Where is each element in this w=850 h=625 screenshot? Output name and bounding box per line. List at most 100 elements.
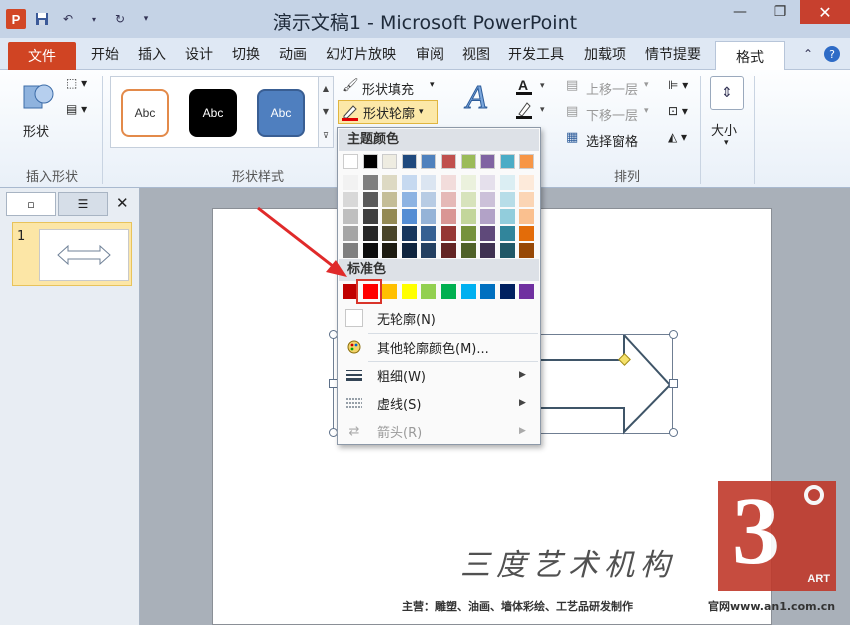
tab-format[interactable]: 格式 bbox=[715, 41, 785, 71]
theme-color-swatch[interactable] bbox=[460, 154, 476, 169]
tab-storyboard[interactable]: 情节提要 bbox=[645, 44, 701, 64]
minimize-ribbon-icon[interactable]: ⌃ bbox=[800, 46, 816, 62]
standard-color-swatch[interactable] bbox=[519, 284, 535, 299]
theme-shade-swatch[interactable] bbox=[519, 243, 535, 258]
theme-shade-swatch[interactable] bbox=[362, 192, 378, 207]
outline-tab-icon[interactable]: ☰ bbox=[58, 192, 108, 216]
theme-shade-swatch[interactable] bbox=[382, 175, 398, 190]
tab-home[interactable]: 开始 bbox=[91, 44, 119, 64]
theme-shade-swatch[interactable] bbox=[499, 209, 515, 224]
tab-addins[interactable]: 加载项 bbox=[584, 44, 626, 64]
theme-shade-swatch[interactable] bbox=[519, 209, 535, 224]
standard-color-swatch[interactable] bbox=[401, 284, 417, 299]
theme-shade-swatch[interactable] bbox=[362, 226, 378, 241]
standard-color-swatch[interactable] bbox=[499, 284, 515, 299]
resize-handle[interactable] bbox=[669, 379, 678, 388]
close-pane-icon[interactable]: ✕ bbox=[116, 194, 129, 212]
style-sample-2[interactable]: Abc bbox=[189, 89, 237, 137]
text-fill-button[interactable]: A ▾ bbox=[516, 76, 550, 96]
theme-shade-swatch[interactable] bbox=[519, 175, 535, 190]
theme-color-swatch[interactable] bbox=[421, 154, 437, 169]
standard-color-swatch[interactable] bbox=[480, 284, 496, 299]
dashes-item[interactable]: 虚线(S) ▶ bbox=[339, 389, 539, 417]
size-button[interactable]: ⇕ 大小 ▾ bbox=[708, 76, 748, 156]
theme-shade-swatch[interactable] bbox=[441, 192, 456, 207]
standard-color-swatch[interactable] bbox=[382, 284, 398, 299]
theme-shade-swatch[interactable] bbox=[382, 209, 398, 224]
theme-shade-swatch[interactable] bbox=[421, 243, 437, 258]
theme-shade-swatch[interactable] bbox=[382, 243, 398, 258]
tab-developer[interactable]: 开发工具 bbox=[508, 44, 564, 64]
theme-shade-swatch[interactable] bbox=[343, 175, 358, 190]
theme-shade-swatch[interactable] bbox=[460, 209, 476, 224]
theme-shade-swatch[interactable] bbox=[421, 209, 437, 224]
align-icon[interactable]: ⊫ ▾ bbox=[668, 78, 688, 92]
theme-shade-swatch[interactable] bbox=[421, 226, 437, 241]
theme-shade-swatch[interactable] bbox=[401, 243, 417, 258]
standard-color-swatch[interactable] bbox=[460, 284, 476, 299]
theme-shade-swatch[interactable] bbox=[421, 175, 437, 190]
close-button[interactable]: ✕ bbox=[800, 0, 850, 24]
tab-review[interactable]: 审阅 bbox=[416, 44, 444, 64]
style-sample-1[interactable]: Abc bbox=[121, 89, 169, 137]
help-icon[interactable]: ? bbox=[824, 46, 840, 62]
wordart-quick-styles-button[interactable]: A bbox=[462, 76, 498, 117]
tab-file[interactable]: 文件 bbox=[8, 42, 76, 70]
theme-color-swatch[interactable] bbox=[441, 154, 456, 169]
theme-shade-swatch[interactable] bbox=[421, 192, 437, 207]
tab-design[interactable]: 设计 bbox=[185, 44, 213, 64]
theme-color-swatch[interactable] bbox=[362, 154, 378, 169]
theme-shade-swatch[interactable] bbox=[441, 243, 456, 258]
shapes-gallery-button[interactable]: 形状 bbox=[18, 78, 58, 148]
theme-shade-swatch[interactable] bbox=[480, 175, 496, 190]
theme-shade-swatch[interactable] bbox=[401, 175, 417, 190]
standard-color-swatch[interactable] bbox=[421, 284, 437, 299]
text-outline-button[interactable]: ▾ bbox=[516, 100, 550, 120]
tab-transitions[interactable]: 切换 bbox=[232, 44, 260, 64]
theme-shade-swatch[interactable] bbox=[460, 243, 476, 258]
theme-shade-swatch[interactable] bbox=[480, 226, 496, 241]
theme-shade-swatch[interactable] bbox=[362, 175, 378, 190]
theme-shade-swatch[interactable] bbox=[499, 175, 515, 190]
no-outline-item[interactable]: 无轮廓(N) bbox=[339, 304, 539, 332]
theme-shade-swatch[interactable] bbox=[480, 192, 496, 207]
shape-outline-button[interactable]: 形状轮廓 ▾ bbox=[338, 100, 438, 124]
tab-slideshow[interactable]: 幻灯片放映 bbox=[326, 44, 396, 64]
restore-button[interactable]: ❐ bbox=[760, 0, 800, 24]
theme-shade-swatch[interactable] bbox=[343, 192, 358, 207]
theme-shade-swatch[interactable] bbox=[499, 192, 515, 207]
theme-shade-swatch[interactable] bbox=[401, 192, 417, 207]
slides-tab-icon[interactable]: ▫ bbox=[6, 192, 56, 216]
tab-view[interactable]: 视图 bbox=[462, 44, 490, 64]
theme-shade-swatch[interactable] bbox=[382, 192, 398, 207]
theme-shade-swatch[interactable] bbox=[519, 226, 535, 241]
theme-shade-swatch[interactable] bbox=[362, 243, 378, 258]
more-outline-colors-item[interactable]: 其他轮廓颜色(M)... bbox=[339, 333, 539, 361]
theme-shade-swatch[interactable] bbox=[401, 209, 417, 224]
styles-gallery-scroll[interactable]: ▲ ▼ ⊽ bbox=[318, 76, 334, 148]
theme-shade-swatch[interactable] bbox=[343, 226, 358, 241]
theme-shade-swatch[interactable] bbox=[460, 226, 476, 241]
theme-shade-swatch[interactable] bbox=[460, 175, 476, 190]
theme-color-swatch[interactable] bbox=[382, 154, 398, 169]
shape-fill-button[interactable]: 🖌 形状填充 ▾ bbox=[340, 78, 440, 98]
theme-color-swatch[interactable] bbox=[519, 154, 535, 169]
theme-color-swatch[interactable] bbox=[499, 154, 515, 169]
theme-color-swatch[interactable] bbox=[480, 154, 496, 169]
selection-pane-button[interactable]: ▦ 选择窗格 bbox=[566, 130, 676, 150]
theme-shade-swatch[interactable] bbox=[441, 226, 456, 241]
edit-shape-icon[interactable]: ⬚ ▾ bbox=[66, 76, 87, 90]
tab-insert[interactable]: 插入 bbox=[138, 44, 166, 64]
style-sample-3[interactable]: Abc bbox=[257, 89, 305, 137]
minimize-button[interactable]: — bbox=[720, 0, 760, 24]
slide-thumbnail[interactable]: 1 bbox=[12, 222, 132, 286]
theme-shade-swatch[interactable] bbox=[382, 226, 398, 241]
theme-shade-swatch[interactable] bbox=[362, 209, 378, 224]
bring-forward-button[interactable]: ▤ 上移一层 ▾ bbox=[566, 78, 676, 98]
theme-shade-swatch[interactable] bbox=[480, 209, 496, 224]
theme-color-swatch[interactable] bbox=[343, 154, 358, 169]
theme-shade-swatch[interactable] bbox=[343, 209, 358, 224]
arrows-item[interactable]: ⇄ 箭头(R) ▶ bbox=[339, 417, 539, 445]
theme-shade-swatch[interactable] bbox=[441, 209, 456, 224]
theme-shade-swatch[interactable] bbox=[519, 192, 535, 207]
